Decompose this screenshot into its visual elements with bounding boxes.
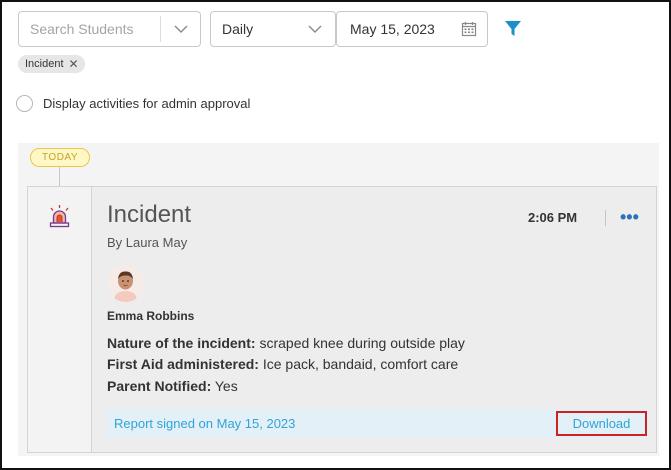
more-options-icon[interactable]: ••• (620, 208, 639, 226)
chevron-down-icon[interactable] (295, 12, 335, 46)
detail-label: First Aid administered: (107, 356, 259, 372)
admin-approval-radio[interactable] (16, 95, 33, 112)
app-frame: Search Students Daily May 15, 2023 Incid… (0, 0, 671, 470)
detail-line: Nature of the incident: scraped knee dur… (107, 335, 465, 351)
report-footer: Report signed on May 15, 2023 Download (107, 409, 648, 438)
close-icon[interactable]: ✕ (69, 58, 79, 70)
date-picker[interactable]: May 15, 2023 (336, 11, 488, 47)
student-name: Emma Robbins (107, 309, 195, 323)
period-select[interactable]: Daily (210, 11, 336, 47)
activity-card-icon-column (28, 187, 92, 452)
activity-title: Incident (107, 201, 192, 228)
activity-card: Incident By Laura May 2:06 PM ••• Emma R… (27, 186, 657, 453)
filter-chip-incident: Incident ✕ (18, 55, 85, 73)
divider (605, 210, 606, 226)
admin-approval-label: Display activities for admin approval (43, 96, 251, 111)
detail-label: Parent Notified: (107, 378, 212, 394)
report-signed-text: Report signed on May 15, 2023 (114, 416, 296, 431)
siren-icon (46, 204, 73, 228)
detail-label: Nature of the incident: (107, 335, 256, 351)
student-avatar[interactable] (107, 265, 144, 302)
activity-time: 2:06 PM (528, 210, 578, 225)
timeline-connector (59, 167, 60, 186)
student-search-placeholder: Search Students (30, 21, 134, 37)
detail-line: Parent Notified: Yes (107, 378, 238, 394)
detail-value: Yes (214, 378, 238, 394)
period-value: Daily (222, 21, 254, 37)
today-badge: TODAY (30, 148, 90, 167)
student-search-dropdown[interactable]: Search Students (18, 11, 201, 47)
detail-line: First Aid administered: Ice pack, bandai… (107, 356, 458, 372)
date-value: May 15, 2023 (350, 21, 435, 37)
filter-chip-label: Incident (25, 58, 64, 70)
filter-icon[interactable] (503, 19, 523, 39)
detail-value: Ice pack, bandaid, comfort care (262, 356, 459, 372)
chevron-down-icon[interactable] (160, 16, 200, 42)
activity-author: By Laura May (107, 235, 188, 250)
admin-approval-toggle[interactable]: Display activities for admin approval (16, 95, 250, 112)
download-button[interactable]: Download (556, 411, 647, 436)
detail-value: scraped knee during outside play (259, 335, 465, 351)
calendar-icon[interactable] (451, 21, 487, 37)
